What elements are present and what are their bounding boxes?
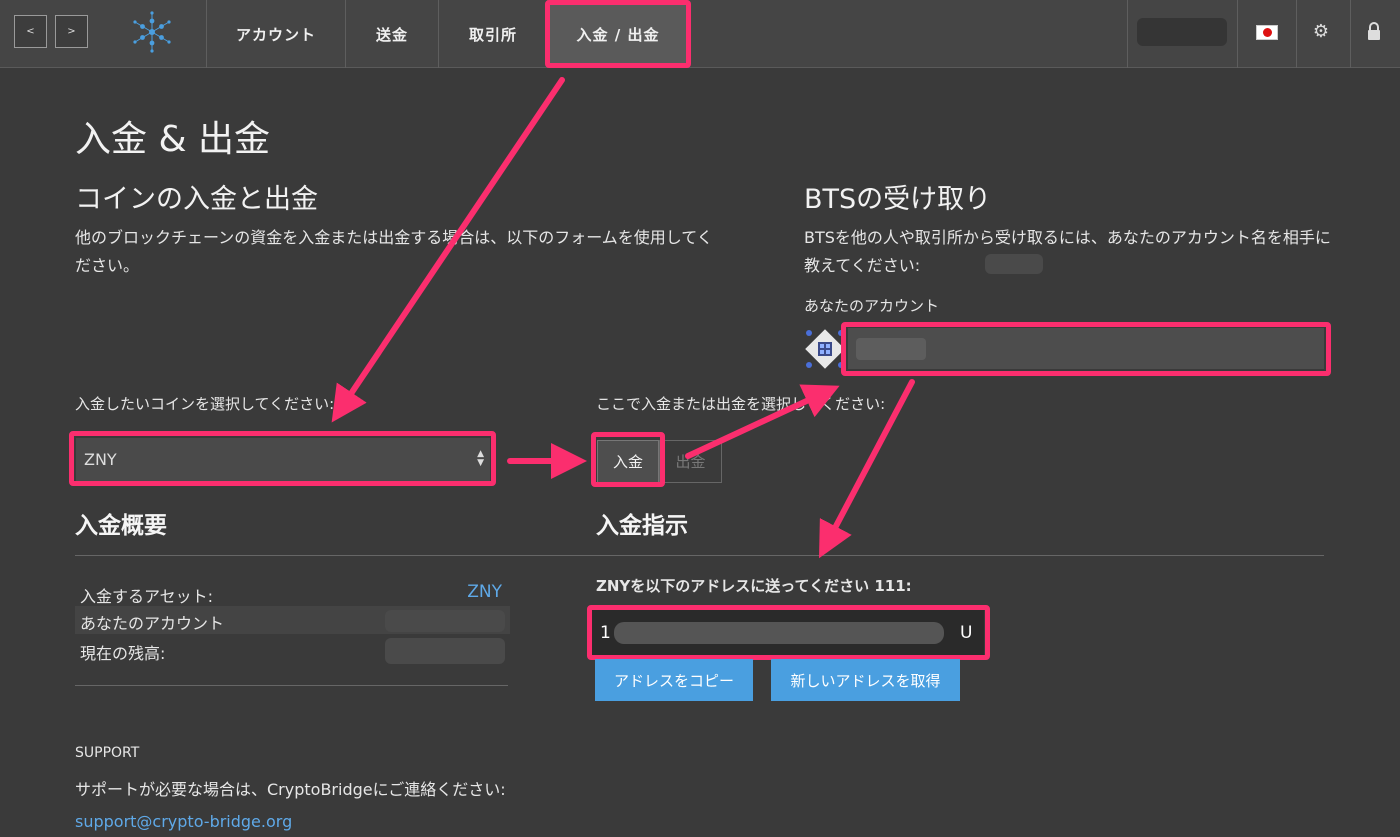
section-heading-bts: BTSの受け取り: [804, 184, 992, 215]
action-label: ここで入金または出金を選択してください:: [596, 395, 886, 413]
account-switcher[interactable]: [1137, 18, 1227, 46]
instructions-heading: 入金指示: [596, 513, 688, 539]
select-arrows-icon: ▲ ▼: [477, 449, 484, 468]
page-title: 入金 & 出金: [75, 119, 270, 160]
table-row: 現在の残高:: [75, 636, 510, 666]
support-heading: SUPPORT: [75, 745, 140, 761]
forward-button[interactable]: >: [55, 15, 88, 48]
deposit-button[interactable]: 入金: [597, 440, 659, 483]
tab-account[interactable]: アカウント: [207, 0, 345, 68]
account-name-field[interactable]: [848, 328, 1324, 369]
deposit-address[interactable]: 1 U: [592, 610, 984, 655]
lock-icon[interactable]: [1366, 22, 1382, 42]
instructions-text: ZNYを以下のアドレスに送ってください 111:: [596, 577, 912, 595]
top-nav: < > アカウント 送金 取引所 入金 / 出金 ⚙: [0, 0, 1400, 68]
tab-exchange[interactable]: 取引所: [439, 0, 547, 68]
table-row: あなたのアカウント: [75, 606, 510, 634]
tab-deposit-withdraw[interactable]: 入金 / 出金: [548, 0, 688, 68]
cryptobridge-logo-icon[interactable]: [130, 10, 174, 54]
account-label: あなたのアカウント: [804, 297, 940, 315]
tab-transfer[interactable]: 送金: [346, 0, 438, 68]
section-desc-coins: 他のブロックチェーンの資金を入金または出金する場合は、以下のフォームを使用してく…: [75, 228, 713, 275]
table-row: 入金するアセット: ZNY: [80, 582, 502, 606]
balance-value-redacted: [385, 638, 505, 664]
avatar: [805, 329, 845, 369]
section-heading-coins: コインの入金と出金: [75, 184, 318, 215]
new-address-button[interactable]: 新しいアドレスを取得: [771, 659, 960, 701]
japan-flag-icon[interactable]: [1256, 25, 1278, 40]
back-button[interactable]: <: [14, 15, 47, 48]
account-name-redacted: [985, 254, 1043, 274]
coin-select[interactable]: ZNY ▲ ▼: [76, 438, 490, 481]
account-value-redacted: [385, 610, 505, 632]
summary-heading: 入金概要: [75, 513, 167, 539]
address-redacted: [614, 622, 944, 644]
copy-address-button[interactable]: アドレスをコピー: [595, 659, 753, 701]
support-email-link[interactable]: support@crypto-bridge.org: [75, 812, 292, 831]
coin-select-value: ZNY: [84, 450, 117, 469]
asset-value: ZNY: [467, 582, 502, 602]
coin-select-label: 入金したいコインを選択してください:: [75, 395, 335, 413]
gear-icon[interactable]: ⚙: [1311, 22, 1331, 42]
section-desc-bts: BTSを他の人や取引所から受け取るには、あなたのアカウント名を相手に教えてくださ…: [804, 228, 1331, 275]
withdraw-button[interactable]: 出金: [659, 440, 722, 483]
support-text: サポートが必要な場合は、CryptoBridgeにご連絡ください:: [75, 780, 506, 799]
